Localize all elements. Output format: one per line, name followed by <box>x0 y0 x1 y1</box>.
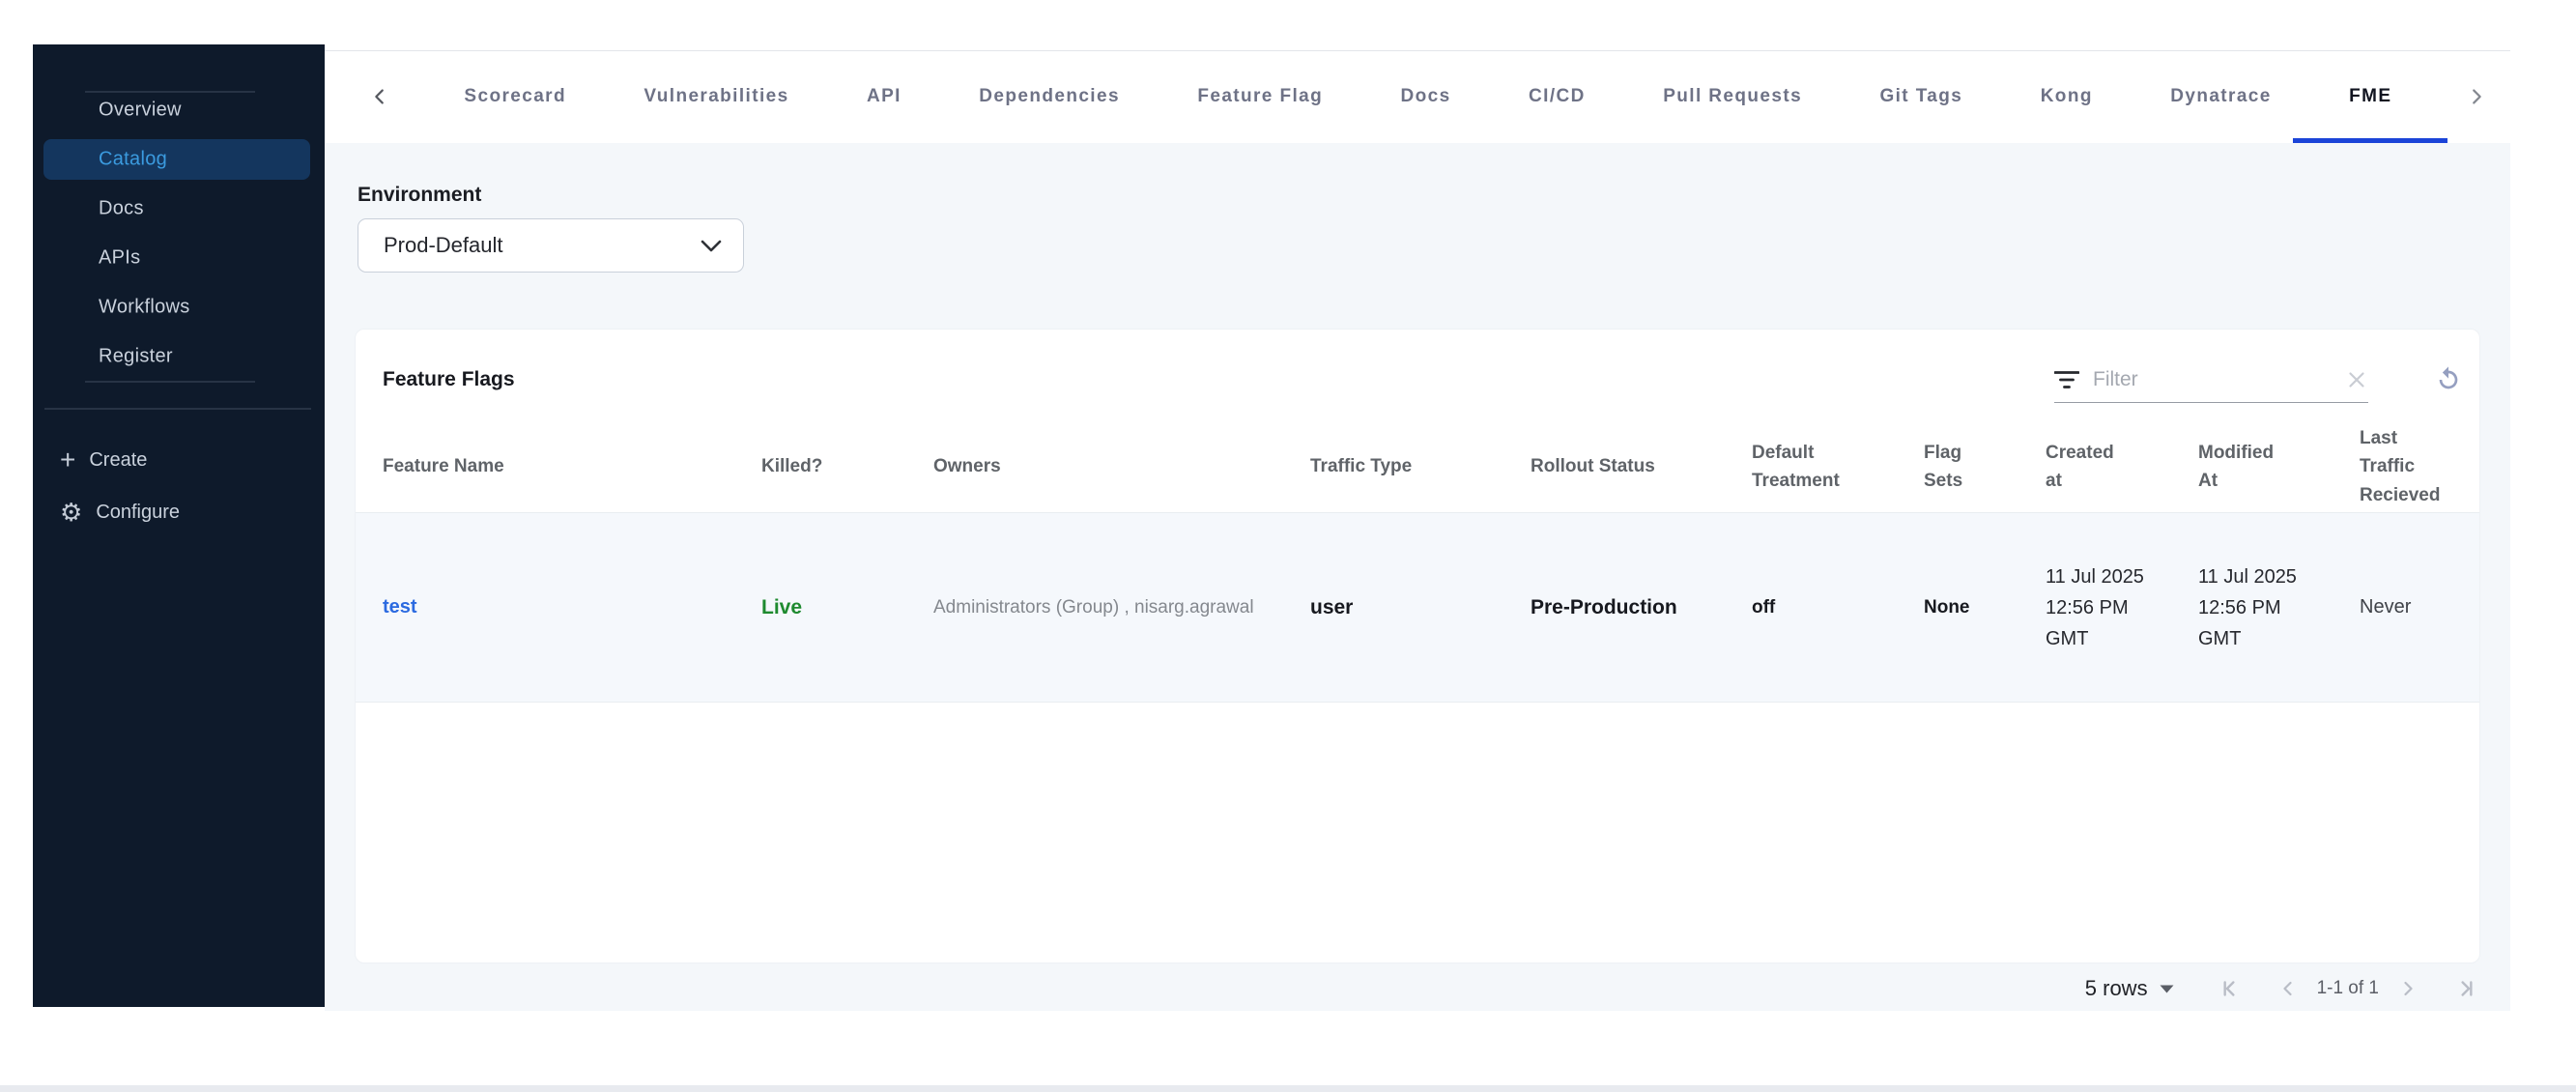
environment-select[interactable]: Prod-Default <box>358 218 744 273</box>
column-header-owners[interactable]: Owners <box>933 452 1310 480</box>
pagination-bar: 5 rows 1-1 of 1 <box>2085 966 2479 1011</box>
chevron-down-icon <box>701 240 722 251</box>
chevron-right-icon <box>2473 89 2481 104</box>
tab-bar: Scorecard Vulnerabilities API Dependenci… <box>325 44 2576 143</box>
killed-status: Live <box>761 595 803 618</box>
sidebar-active-highlight[interactable] <box>43 139 310 180</box>
rollout-status-cell: Pre-Production <box>1531 595 1677 618</box>
clear-filter-button[interactable] <box>2345 368 2368 391</box>
close-icon <box>2349 371 2364 388</box>
configure-label: Configure <box>96 501 181 523</box>
create-label: Create <box>89 448 148 471</box>
sidebar-divider <box>85 381 255 383</box>
sidebar-item-docs[interactable]: Docs <box>99 198 144 220</box>
column-header-feature-name[interactable]: Feature Name <box>383 452 761 480</box>
sidebar-item-register[interactable]: Register <box>99 346 173 368</box>
feature-flags-card: Feature Flags Feature Name Killed? Owner… <box>355 329 2480 963</box>
tab-git-tags[interactable]: Git Tags <box>1872 50 1970 143</box>
tab-docs[interactable]: Docs <box>1393 50 1459 143</box>
main-content: Environment Prod-Default Feature Flags F… <box>325 143 2510 1011</box>
tab-kong[interactable]: Kong <box>2033 50 2101 143</box>
plus-icon: + <box>60 445 76 474</box>
tab-feature-flag[interactable]: Feature Flag <box>1189 50 1331 143</box>
pagination-range-label: 1-1 of 1 <box>2316 978 2379 998</box>
chevron-left-icon <box>375 89 384 104</box>
table-header-row: Feature Name Killed? Owners Traffic Type… <box>356 421 2479 513</box>
flag-sets-cell: None <box>1924 596 1970 618</box>
previous-page-button[interactable] <box>2276 977 2300 1000</box>
sidebar-divider <box>44 408 311 410</box>
modified-at-cell: 11 Jul 2025 12:56 PM GMT <box>2198 565 2297 649</box>
sidebar: Overview Catalog Docs APIs Workflows Reg… <box>33 44 325 1007</box>
tab-vulnerabilities[interactable]: Vulnerabilities <box>636 50 796 143</box>
sidebar-divider <box>85 91 255 93</box>
column-header-traffic-type[interactable]: Traffic Type <box>1310 452 1531 480</box>
owners-cell: Administrators (Group) , nisarg.agrawal <box>933 596 1254 618</box>
sidebar-item-apis[interactable]: APIs <box>99 247 140 270</box>
filter-field <box>2054 360 2368 403</box>
tabs-scroll-left-button[interactable] <box>365 50 394 143</box>
column-header-default-treatment[interactable]: Default Treatment <box>1752 439 1924 496</box>
default-treatment-cell: off <box>1752 596 1776 618</box>
caret-down-icon <box>2160 985 2174 992</box>
tab-scorecard[interactable]: Scorecard <box>456 50 574 143</box>
next-page-button[interactable] <box>2396 977 2419 1000</box>
tab-dependencies[interactable]: Dependencies <box>971 50 1128 143</box>
sidebar-item-overview[interactable]: Overview <box>99 100 182 122</box>
chevron-right-icon <box>2404 981 2413 996</box>
tab-dynatrace[interactable]: Dynatrace <box>2162 50 2278 143</box>
tab-api[interactable]: API <box>859 50 909 143</box>
column-header-modified-at[interactable]: Modified At <box>2198 439 2360 496</box>
first-page-button[interactable] <box>2217 976 2242 1001</box>
tab-cicd[interactable]: CI/CD <box>1521 50 1593 143</box>
refresh-icon <box>2439 366 2458 389</box>
filter-icon <box>2054 370 2079 388</box>
refresh-button[interactable] <box>2433 364 2464 400</box>
column-header-killed[interactable]: Killed? <box>761 452 933 480</box>
last-page-icon <box>2461 981 2473 996</box>
last-page-button[interactable] <box>2454 976 2479 1001</box>
app-window: Overview Catalog Docs APIs Workflows Reg… <box>0 0 2576 1092</box>
sidebar-configure-button[interactable]: ⚙ Configure <box>60 500 180 525</box>
tab-pull-requests[interactable]: Pull Requests <box>1655 50 1810 143</box>
card-title: Feature Flags <box>383 368 515 390</box>
feature-name-link[interactable]: test <box>383 596 761 618</box>
sidebar-item-workflows[interactable]: Workflows <box>99 297 190 319</box>
filter-input[interactable] <box>2091 366 2333 392</box>
column-header-last-traffic-recieved[interactable]: Last Traffic Recieved <box>2360 424 2452 509</box>
horizontal-scrollbar-track[interactable] <box>0 1085 2576 1092</box>
column-header-flag-sets[interactable]: Flag Sets <box>1924 439 2046 496</box>
tab-fme[interactable]: FME <box>2341 50 2399 143</box>
first-page-icon <box>2223 981 2235 996</box>
traffic-type-cell: user <box>1310 595 1354 618</box>
created-at-cell: 11 Jul 2025 12:56 PM GMT <box>2046 565 2144 649</box>
environment-label: Environment <box>358 184 482 206</box>
gear-icon: ⚙ <box>60 498 83 527</box>
chevron-left-icon <box>2282 981 2292 996</box>
column-header-created-at[interactable]: Created at <box>2046 439 2198 496</box>
rows-per-page-value: 5 rows <box>2084 976 2148 1000</box>
sidebar-create-button[interactable]: + Create <box>60 446 147 474</box>
rows-per-page-select[interactable]: 5 rows <box>2085 976 2174 1001</box>
last-traffic-cell: Never <box>2360 596 2412 618</box>
column-header-rollout-status[interactable]: Rollout Status <box>1531 452 1752 480</box>
tabs-scroll-right-button[interactable] <box>2462 50 2491 143</box>
environment-selected-value: Prod-Default <box>384 233 503 257</box>
sidebar-item-catalog[interactable]: Catalog <box>99 149 167 171</box>
table-row[interactable]: test Live Administrators (Group) , nisar… <box>356 513 2479 703</box>
